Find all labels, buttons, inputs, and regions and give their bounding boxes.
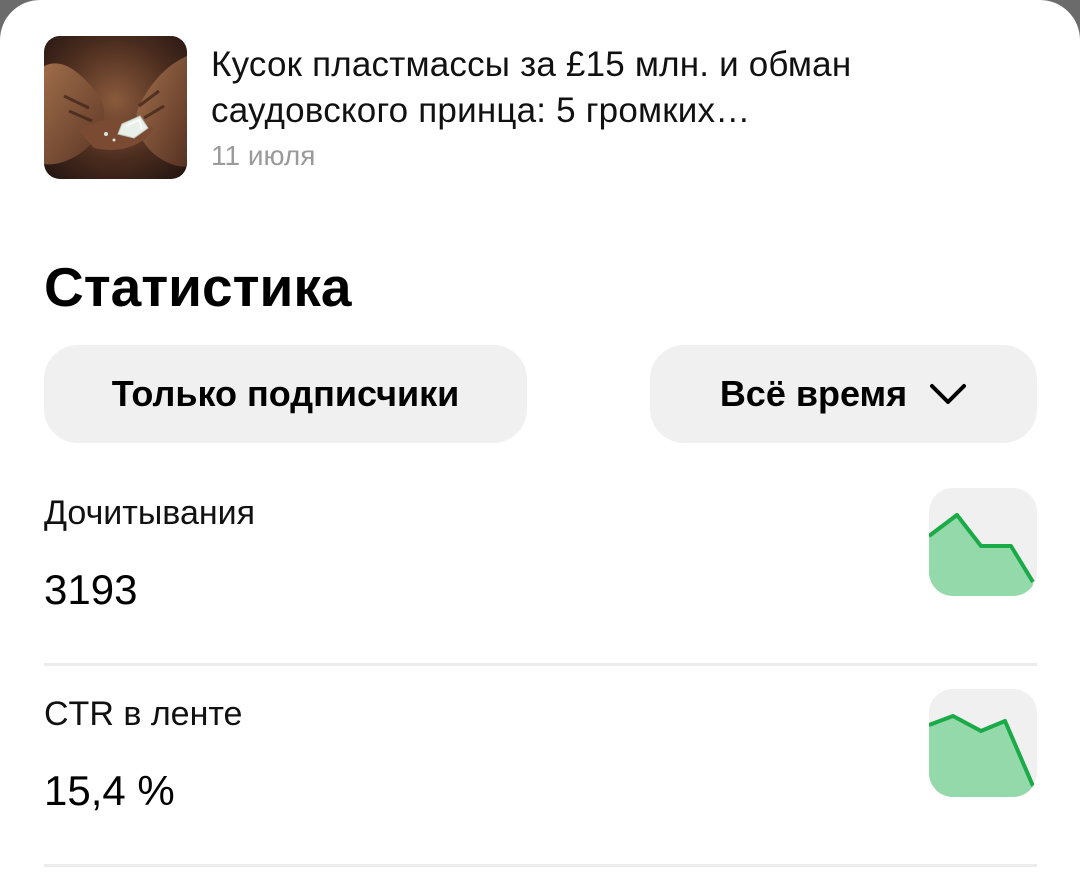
stat-row-read-completions: Дочитывания 3193 (44, 475, 1037, 675)
period-dropdown[interactable]: Всё время (650, 345, 1037, 443)
article-date: 11 июля (211, 140, 316, 171)
stat-value: 3193 (44, 566, 138, 613)
chevron-down-icon (929, 382, 967, 406)
stat-value: 15,4 % (44, 767, 175, 814)
sparkline-chart-icon[interactable] (929, 689, 1037, 797)
statistics-sheet: Кусок пластмассы за £15 млн. и обман сау… (0, 0, 1080, 873)
article-title[interactable]: Кусок пластмассы за £15 млн. и обман сау… (211, 42, 971, 134)
stat-row-ctr: CTR в ленте 15,4 % (44, 676, 1037, 873)
article-text: Кусок пластмассы за £15 млн. и обман сау… (211, 36, 971, 174)
article-thumbnail (44, 36, 187, 179)
divider (44, 663, 1037, 666)
subscribers-only-filter-button[interactable]: Только подписчики (44, 345, 527, 443)
stat-label: CTR в ленте (44, 695, 243, 733)
period-dropdown-label: Всё время (719, 373, 908, 414)
stat-label: Дочитывания (44, 494, 256, 532)
statistics-heading: Статистика (44, 256, 352, 318)
divider (44, 864, 1037, 867)
subscribers-only-filter-label: Только подписчики (111, 373, 460, 414)
article-summary[interactable]: Кусок пластмассы за £15 млн. и обман сау… (44, 36, 1044, 182)
hands-holding-stone-photo (44, 36, 187, 179)
sparkline-chart-icon[interactable] (929, 488, 1037, 596)
